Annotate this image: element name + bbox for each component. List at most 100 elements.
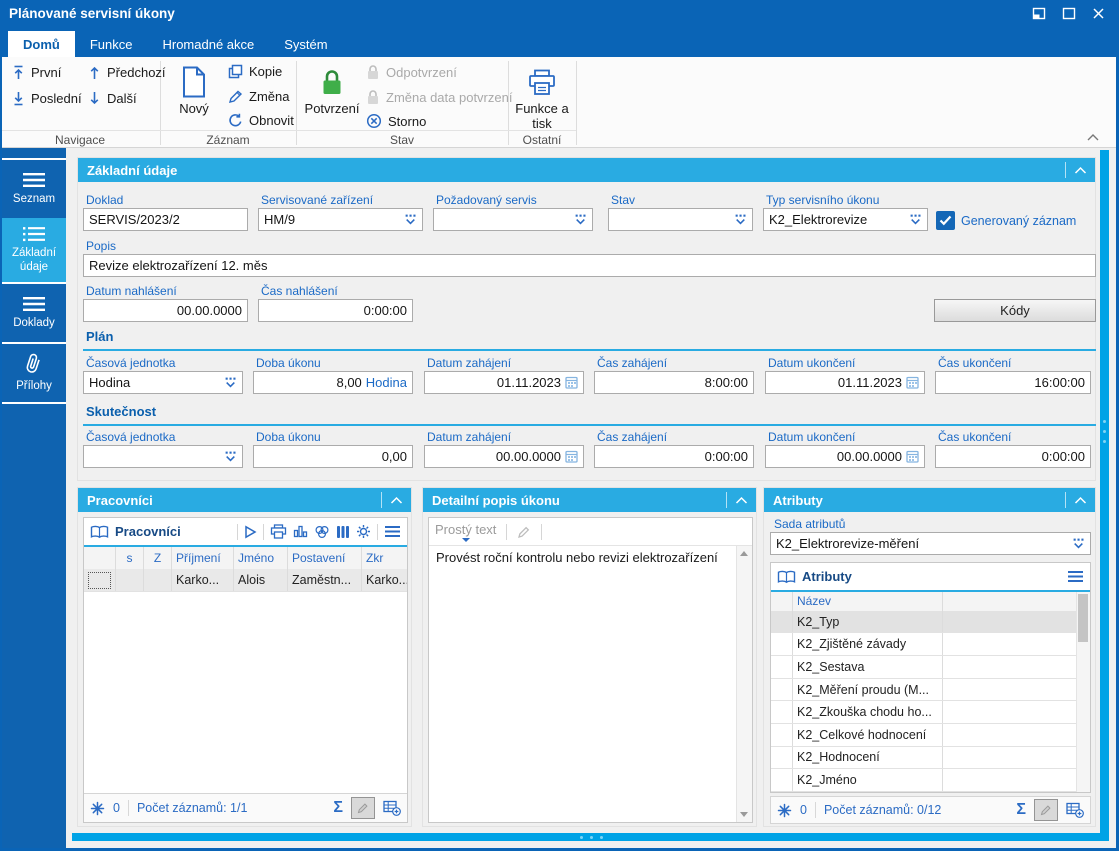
worker-row[interactable]: Karko... Alois Zaměstn... Karko...	[84, 569, 407, 592]
calendar-icon[interactable]	[565, 376, 578, 389]
attributes-scrollbar[interactable]	[1076, 592, 1090, 792]
collapse-panel-icon[interactable]	[1074, 496, 1087, 505]
chart-icon[interactable]	[293, 524, 308, 539]
attribute-row[interactable]: K2_Typ	[771, 610, 1076, 634]
attribute-row[interactable]: K2_Zjištěné závady	[771, 633, 1076, 657]
plan-datum-zahajeni-input[interactable]: 01.11.2023	[424, 371, 584, 394]
stav-combo[interactable]	[608, 208, 753, 231]
collapse-panel-icon[interactable]	[735, 496, 748, 505]
tab-funkce[interactable]: Funkce	[75, 31, 148, 57]
plan-casova-combo[interactable]: Hodina	[83, 371, 243, 394]
dropdown-icon[interactable]	[400, 213, 417, 226]
calendar-icon[interactable]	[906, 376, 919, 389]
collapse-panel-icon[interactable]	[390, 496, 403, 505]
sidebar-item-seznam[interactable]: Seznam	[2, 158, 66, 220]
plan-cas-ukonceni-input[interactable]: 16:00:00	[935, 371, 1091, 394]
skut-cas-zahajeni-input[interactable]: 0:00:00	[594, 445, 754, 468]
functions-print-button[interactable]: Funkce a tisk	[511, 62, 573, 132]
cancel-button[interactable]: Storno	[366, 113, 426, 129]
col-prijmeni[interactable]: Příjmení	[172, 547, 234, 569]
confirm-button[interactable]: Potvrzení	[304, 62, 360, 117]
next-button[interactable]: Další	[88, 91, 137, 106]
flag-asterisk-icon[interactable]	[90, 801, 105, 816]
dropdown-icon[interactable]	[1068, 537, 1085, 550]
attribute-row[interactable]: K2_Měření proudu (M...	[771, 678, 1076, 702]
typ-combo[interactable]: K2_Elektrorevize	[763, 208, 928, 231]
attribute-row[interactable]: K2_Hodnocení	[771, 746, 1076, 770]
skut-datum-ukonceni-input[interactable]: 00.00.0000	[765, 445, 925, 468]
close-window-icon[interactable]	[1092, 7, 1105, 20]
row-selector-cell[interactable]	[84, 569, 116, 591]
attribute-row[interactable]: K2_Zkouška chodu ho...	[771, 701, 1076, 725]
restore-window-icon[interactable]	[1031, 7, 1046, 20]
add-record-icon[interactable]	[383, 800, 401, 816]
collapse-ribbon-icon[interactable]	[1086, 133, 1100, 142]
grid-menu-icon[interactable]	[1067, 570, 1084, 583]
sidebar-item-zakladni-udaje[interactable]: Základní údaje	[2, 218, 66, 284]
change-confirm-date-button[interactable]: Změna data potvrzení	[366, 89, 512, 105]
copy-button[interactable]: Kopie	[228, 64, 282, 79]
col-value[interactable]	[943, 592, 1076, 611]
col-zkr[interactable]: Zkr	[362, 547, 407, 569]
maximize-window-icon[interactable]	[1062, 7, 1076, 20]
settings-gear-icon[interactable]	[356, 524, 371, 539]
add-record-icon[interactable]	[1066, 802, 1084, 818]
skut-doba-input[interactable]: 0,00	[253, 445, 413, 468]
new-button[interactable]: Nový	[170, 62, 218, 117]
detail-text-area[interactable]: Provést roční kontrolu nebo revizi elekt…	[429, 546, 752, 822]
kody-button[interactable]: Kódy	[934, 299, 1096, 322]
plan-datum-ukonceni-input[interactable]: 01.11.2023	[765, 371, 925, 394]
cas-nahlaseni-input[interactable]: 0:00:00	[258, 299, 413, 322]
scroll-up-icon[interactable]	[740, 551, 748, 556]
sidebar-item-doklady[interactable]: Doklady	[2, 284, 66, 344]
edit-button[interactable]: Změna	[228, 89, 289, 104]
skut-cas-ukonceni-input[interactable]: 0:00:00	[935, 445, 1091, 468]
col-selector[interactable]	[771, 592, 793, 611]
edit-disabled-button[interactable]	[1034, 799, 1058, 821]
tab-system[interactable]: Systém	[269, 31, 342, 57]
analysis-icon[interactable]	[314, 525, 330, 539]
scroll-down-icon[interactable]	[740, 812, 748, 817]
pozadovany-combo[interactable]	[433, 208, 593, 231]
grid-menu-icon[interactable]	[384, 525, 401, 538]
dropdown-icon[interactable]	[730, 213, 747, 226]
tab-domu[interactable]: Domů	[8, 31, 75, 57]
plan-doba-input[interactable]: 8,00 Hodina	[253, 371, 413, 394]
sada-atributu-combo[interactable]: K2_Elektrorevize-měření	[770, 532, 1091, 555]
dropdown-icon[interactable]	[570, 213, 587, 226]
attribute-row[interactable]: K2_Sestava	[771, 656, 1076, 679]
col-z[interactable]: Z	[144, 547, 172, 569]
edit-pencil-icon[interactable]	[517, 525, 531, 539]
attribute-row[interactable]: K2_Jméno	[771, 769, 1076, 792]
doklad-input[interactable]: SERVIS/2023/2	[83, 208, 248, 231]
calendar-icon[interactable]	[906, 450, 919, 463]
col-jmeno[interactable]: Jméno	[234, 547, 288, 569]
detail-scrollbar[interactable]	[736, 546, 752, 822]
tab-hromadne-akce[interactable]: Hromadné akce	[147, 31, 269, 57]
calendar-icon[interactable]	[565, 450, 578, 463]
text-mode-dropdown[interactable]: Prostý text	[435, 522, 496, 542]
sidebar-item-prilohy[interactable]: Přílohy	[2, 344, 66, 404]
col-postaveni[interactable]: Postavení	[288, 547, 362, 569]
unconfirm-button[interactable]: Odpotvrzení	[366, 64, 457, 80]
flag-asterisk-icon[interactable]	[777, 803, 792, 818]
dropdown-icon[interactable]	[905, 213, 922, 226]
vertical-splitter[interactable]	[1100, 150, 1109, 833]
first-button[interactable]: První	[12, 65, 61, 80]
skut-casova-combo[interactable]	[83, 445, 243, 468]
generated-record-checkbox[interactable]	[936, 211, 955, 230]
print-icon[interactable]	[270, 524, 287, 539]
refresh-button[interactable]: Obnovit	[228, 113, 294, 128]
horizontal-splitter[interactable]	[72, 833, 1109, 841]
plan-cas-zahajeni-input[interactable]: 8:00:00	[594, 371, 754, 394]
sum-icon[interactable]: Σ	[333, 799, 343, 817]
col-selector[interactable]	[84, 547, 116, 569]
col-s[interactable]: s	[116, 547, 144, 569]
scrollbar-thumb[interactable]	[1078, 594, 1088, 642]
collapse-panel-icon[interactable]	[1074, 166, 1087, 175]
datum-nahlaseni-input[interactable]: 00.00.0000	[83, 299, 248, 322]
col-nazev[interactable]: Název	[793, 592, 943, 611]
previous-button[interactable]: Předchozí	[88, 65, 166, 80]
attribute-row[interactable]: K2_Celkové hodnocení	[771, 724, 1076, 747]
run-icon[interactable]	[244, 525, 257, 539]
